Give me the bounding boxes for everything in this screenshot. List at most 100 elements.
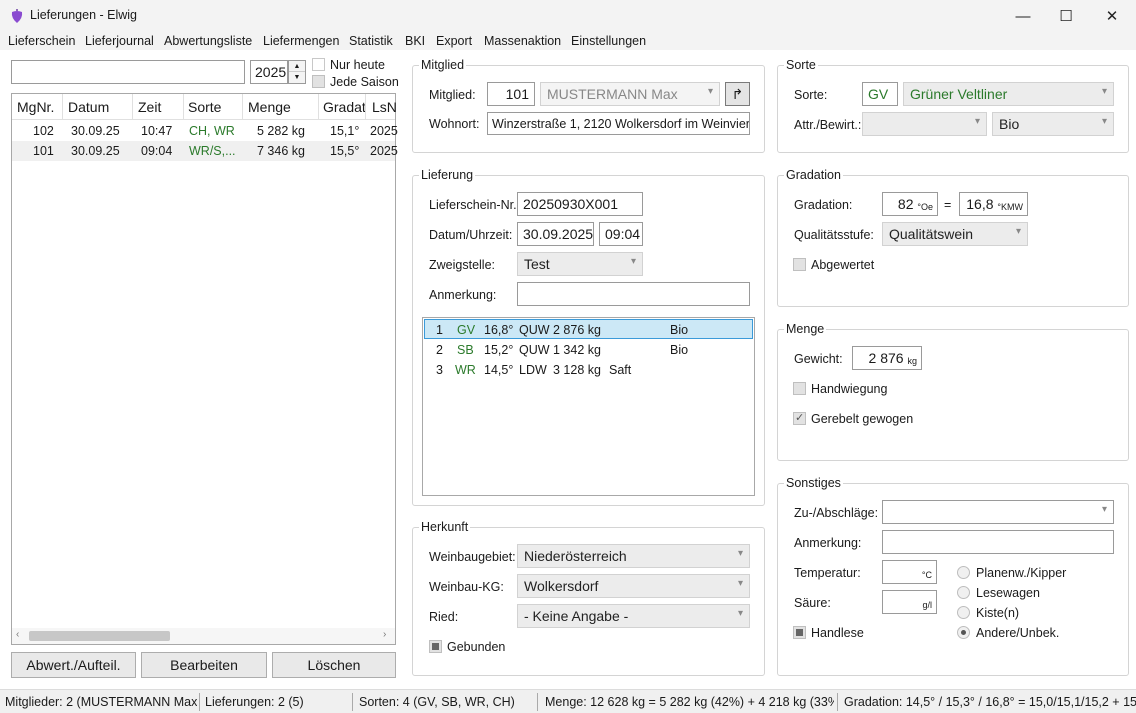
- stepper-down-icon[interactable]: ▼: [289, 72, 305, 83]
- radio-andere[interactable]: [957, 626, 970, 639]
- gerebelt-label: Gerebelt gewogen: [811, 412, 914, 426]
- col-datum[interactable]: Datum: [68, 99, 109, 115]
- delivery-items-list[interactable]: 1 GV 16,8° QUW 2 876 kg Bio 2 SB 15,2° Q…: [422, 317, 755, 496]
- weinbaugebiet-label: Weinbaugebiet:: [429, 550, 516, 564]
- scrollbar-thumb[interactable]: [29, 631, 170, 641]
- scroll-right-icon[interactable]: ›: [383, 629, 386, 640]
- sorte-select[interactable]: Grüner Veltliner ▾: [903, 82, 1114, 106]
- temperatur-input[interactable]: °C: [882, 560, 937, 584]
- attribut-select[interactable]: ▾: [862, 112, 987, 136]
- radio-planenwagen[interactable]: [957, 566, 970, 579]
- col-lsnr[interactable]: LsN: [372, 99, 397, 115]
- chevron-down-icon: ▾: [1101, 116, 1107, 127]
- qualitaet-value: Qualitätswein: [889, 226, 974, 242]
- sorte-label: Sorte:: [794, 88, 828, 102]
- col-zeit[interactable]: Zeit: [138, 99, 161, 115]
- horizontal-scrollbar[interactable]: ‹ ›: [12, 628, 395, 644]
- gebunden-checkbox[interactable]: [429, 640, 442, 653]
- wohnort-field[interactable]: Winzerstraße 1, 2120 Wolkersdorf im Wein…: [487, 112, 750, 135]
- list-item[interactable]: 2 SB 15,2° QUW 1 342 kg Bio: [424, 340, 753, 360]
- table-row[interactable]: 102 30.09.25 10:47 CH, WR 5 282 kg 15,1°…: [12, 121, 398, 141]
- item-gradation: 15,2°: [484, 343, 514, 357]
- menu-abwertungsliste[interactable]: Abwertungsliste: [164, 34, 252, 48]
- search-input[interactable]: [11, 60, 245, 84]
- chevron-down-icon: ▾: [1101, 86, 1107, 97]
- open-member-button[interactable]: ↱: [725, 82, 750, 106]
- weinbaukg-select[interactable]: Wolkersdorf ▾: [517, 574, 750, 598]
- ried-select[interactable]: - Keine Angabe - ▾: [517, 604, 750, 628]
- maximize-icon[interactable]: ☐: [1043, 0, 1089, 32]
- minimize-icon[interactable]: —: [1000, 0, 1046, 32]
- status-lieferungen: Lieferungen: 2 (5): [205, 695, 304, 709]
- menu-statistik[interactable]: Statistik: [349, 34, 393, 48]
- radio-kisten[interactable]: [957, 606, 970, 619]
- menu-export[interactable]: Export: [436, 34, 472, 48]
- radio-planenwagen-label: Planenw./Kipper: [976, 566, 1067, 580]
- close-icon[interactable]: ✕: [1089, 0, 1135, 32]
- list-item[interactable]: 1 GV 16,8° QUW 2 876 kg Bio: [424, 319, 753, 339]
- all-season-checkbox[interactable]: [312, 75, 325, 88]
- handwiegung-checkbox[interactable]: [793, 382, 806, 395]
- mgnr-input[interactable]: 101: [487, 82, 535, 106]
- col-sorte[interactable]: Sorte: [188, 99, 221, 115]
- gebunden-label: Gebunden: [447, 640, 506, 654]
- saeure-unit: g/l: [922, 600, 932, 610]
- anmerkung-field[interactable]: [517, 282, 750, 306]
- kmw-unit: °KMW: [997, 202, 1023, 212]
- stepper-up-icon[interactable]: ▲: [289, 61, 305, 72]
- item-attribut: Saft: [609, 363, 632, 377]
- sonstiges-anmerkung-field[interactable]: [882, 530, 1114, 554]
- col-gradation[interactable]: Gradat: [323, 99, 366, 115]
- zweigstelle-select[interactable]: Test ▾: [517, 252, 643, 276]
- col-mgnr[interactable]: MgNr.: [17, 99, 54, 115]
- lsnr-field[interactable]: 20250930X001: [517, 192, 643, 216]
- datum-field[interactable]: 30.09.2025: [517, 222, 594, 246]
- menu-massenaktion[interactable]: Massenaktion: [484, 34, 561, 48]
- weinbaugebiet-select[interactable]: Niederösterreich ▾: [517, 544, 750, 568]
- qualitaet-select[interactable]: Qualitätswein ▾: [882, 222, 1028, 246]
- sorte-kurz-input[interactable]: GV: [862, 82, 898, 106]
- zeit-field[interactable]: 09:04: [599, 222, 643, 246]
- year-stepper[interactable]: ▲ ▼: [288, 60, 306, 84]
- edit-button[interactable]: Bearbeiten: [141, 652, 267, 678]
- menu-lieferschein[interactable]: Lieferschein: [8, 34, 75, 48]
- gewicht-input[interactable]: 2 876 kg: [852, 346, 922, 370]
- item-sorte: WR: [455, 363, 476, 377]
- menu-lieferjournal[interactable]: Lieferjournal: [85, 34, 154, 48]
- deliveries-grid[interactable]: MgNr. Datum Zeit Sorte Menge Gradat LsN …: [11, 93, 398, 645]
- saeure-input[interactable]: g/l: [882, 590, 937, 614]
- delete-button[interactable]: Löschen: [272, 652, 396, 678]
- herkunft-title: Herkunft: [419, 520, 471, 534]
- menu-bki[interactable]: BKI: [405, 34, 425, 48]
- scroll-left-icon[interactable]: ‹: [16, 629, 19, 640]
- mitglied-group: Mitglied: [412, 58, 765, 153]
- menu-liefermengen[interactable]: Liefermengen: [263, 34, 339, 48]
- list-item[interactable]: 3 WR 14,5° LDW 3 128 kg Saft: [424, 360, 753, 380]
- year-input[interactable]: 2025: [250, 60, 288, 84]
- lieferung-title: Lieferung: [419, 168, 476, 182]
- row-mgnr: 102: [33, 124, 54, 138]
- handlese-checkbox[interactable]: [793, 626, 806, 639]
- chevron-down-icon: ▾: [737, 608, 743, 619]
- gerebelt-checkbox[interactable]: [793, 411, 806, 425]
- abgewertet-checkbox[interactable]: [793, 258, 806, 271]
- only-today-checkbox[interactable]: [312, 58, 325, 71]
- abwert-aufteil-button[interactable]: Abwert./Aufteil.: [11, 652, 136, 678]
- radio-lesewagen[interactable]: [957, 586, 970, 599]
- bewirtschaftung-select[interactable]: Bio ▾: [992, 112, 1114, 136]
- title-bar: Lieferungen - Elwig — ☐ ✕: [0, 0, 1136, 32]
- table-row[interactable]: 101 30.09.25 09:04 WR/S,... 7 346 kg 15,…: [12, 141, 398, 161]
- chevron-down-icon: ▾: [737, 578, 743, 589]
- menu-einstellungen[interactable]: Einstellungen: [571, 34, 646, 48]
- member-name-select[interactable]: MUSTERMANN Max ▾: [540, 82, 720, 106]
- chevron-down-icon: ▾: [737, 548, 743, 559]
- zuab-select[interactable]: ▾: [882, 500, 1114, 524]
- item-nr: 3: [436, 363, 443, 377]
- kmw-input[interactable]: 16,8 °KMW: [959, 192, 1028, 216]
- status-sorten: Sorten: 4 (GV, SB, WR, CH): [359, 695, 515, 709]
- oechsle-input[interactable]: 82 °Oe: [882, 192, 938, 216]
- status-mitglieder-cell: Mitglieder: 2 (MUSTERMANN Max, \: [0, 690, 197, 712]
- col-menge[interactable]: Menge: [248, 99, 291, 115]
- abgewertet-label: Abgewertet: [811, 258, 875, 272]
- row-datum: 30.09.25: [71, 144, 120, 158]
